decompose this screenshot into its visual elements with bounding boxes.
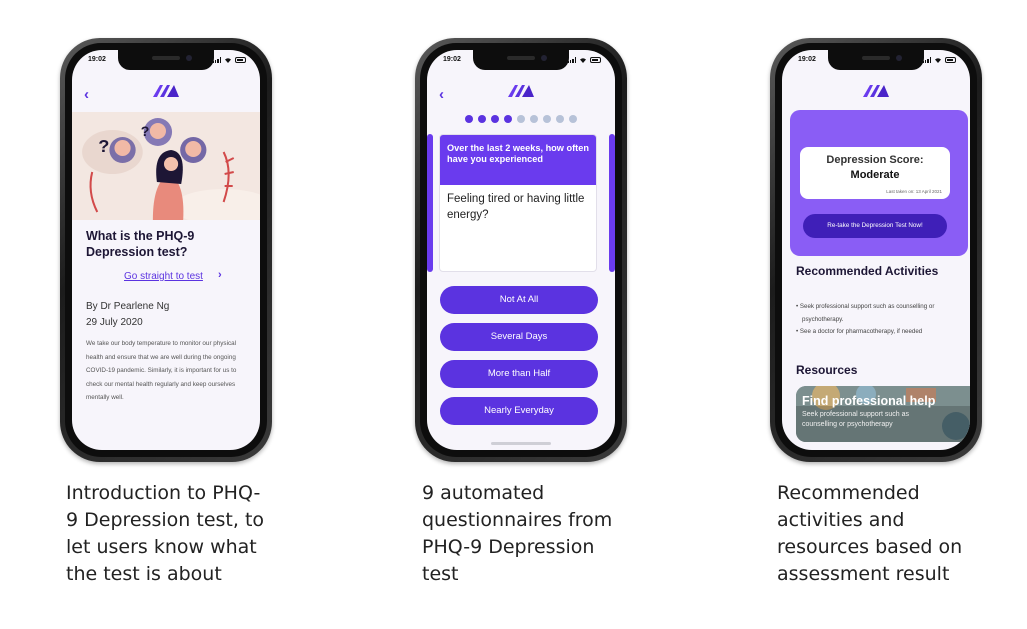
progress-dots	[427, 115, 615, 123]
status-bar: 19:02	[427, 56, 615, 68]
go-to-test-link[interactable]: Go straight to test	[124, 271, 203, 282]
status-bar: 19:02	[72, 56, 260, 68]
status-time: 19:02	[88, 56, 106, 63]
article-author: By Dr Pearlene Ng	[86, 301, 170, 312]
article-body: We take our body temperature to monitor …	[86, 340, 237, 402]
questionnaire-screen: 19:02 ‹ Over the last 2 weeks, how often…	[427, 50, 615, 450]
phone-mockup-intro: 19:02 ‹ ? ? What is the PHQ-9 Depression…	[60, 38, 272, 462]
wifi-icon	[935, 58, 941, 63]
results-screen: 19:02 Depression Score: Moderate Last ta…	[782, 50, 970, 450]
article-title: What is the PHQ-9 Depression test?	[86, 229, 195, 259]
question-text: Feeling tired or having little energy?	[447, 193, 585, 221]
score-value: Moderate	[850, 169, 900, 181]
caption-questionnaire: 9 automated questionnaires from PHQ-9 De…	[422, 482, 613, 585]
battery-icon	[590, 57, 601, 63]
phone-mockup-results: 19:02 Depression Score: Moderate Last ta…	[770, 38, 982, 462]
caption-intro: Introduction to PHQ-9 Depression test, t…	[66, 482, 265, 585]
svg-text:?: ?	[141, 123, 150, 139]
caption-results: Recommended activities and resources bas…	[777, 482, 963, 585]
hero-illustration: ? ?	[72, 112, 260, 220]
progress-dot	[530, 115, 538, 123]
progress-dot	[556, 115, 564, 123]
home-indicator	[491, 442, 551, 445]
progress-dot	[491, 115, 499, 123]
status-bar: 19:02	[782, 56, 970, 68]
showcase: 19:02 ‹ ? ? What is the PHQ-9 Depression…	[0, 0, 1027, 629]
prev-card-edge	[427, 134, 433, 272]
resource-banner-title: Find professional help	[802, 394, 936, 408]
signal-icon	[567, 57, 576, 63]
question-card: Over the last 2 weeks, how often have yo…	[439, 134, 597, 272]
app-logo-icon	[153, 85, 179, 97]
score-panel: Depression Score: Moderate Last taken on…	[790, 110, 968, 256]
score-label: Depression Score:	[826, 154, 924, 166]
article-meta: By Dr Pearlene Ng 29 July 2020	[86, 299, 169, 331]
battery-icon	[235, 57, 246, 63]
progress-dot	[478, 115, 486, 123]
app-logo-icon	[863, 85, 889, 97]
app-logo-icon	[508, 85, 534, 97]
resources-heading: Resources	[796, 363, 858, 377]
back-chevron-icon[interactable]: ‹	[84, 87, 89, 102]
question-header: Over the last 2 weeks, how often have yo…	[440, 135, 596, 185]
answer-nearly-everyday-button[interactable]: Nearly Everyday	[440, 397, 598, 425]
last-taken-date: Last taken on: 13 April 2021	[886, 189, 942, 194]
retake-test-button[interactable]: Re-take the Depression Test Now!	[803, 214, 947, 238]
wifi-icon	[580, 58, 586, 63]
intro-screen: 19:02 ‹ ? ? What is the PHQ-9 Depression…	[72, 50, 260, 450]
activities-list: • Seek professional support such as coun…	[794, 301, 964, 339]
phone-mockup-questionnaire: 19:02 ‹ Over the last 2 weeks, how often…	[415, 38, 627, 462]
next-card-edge	[609, 134, 615, 272]
answer-not-at-all-button[interactable]: Not At All	[440, 286, 598, 314]
status-time: 19:02	[798, 56, 816, 63]
list-item: • Seek professional support such as coun…	[796, 303, 935, 323]
progress-dot	[504, 115, 512, 123]
progress-dot	[517, 115, 525, 123]
article-date: 29 July 2020	[86, 317, 143, 328]
list-item: • See a doctor for pharmacotherapy, if n…	[796, 328, 923, 335]
progress-dot	[569, 115, 577, 123]
status-time: 19:02	[443, 56, 461, 63]
signal-icon	[212, 57, 221, 63]
answer-more-than-half-button[interactable]: More than Half	[440, 360, 598, 388]
resource-banner-subtitle: Seek professional support such as counse…	[802, 411, 910, 428]
svg-text:?: ?	[98, 136, 109, 156]
wifi-icon	[225, 58, 231, 63]
chevron-right-icon[interactable]: ›	[218, 269, 222, 281]
battery-icon	[945, 57, 956, 63]
progress-dot	[543, 115, 551, 123]
progress-dot	[465, 115, 473, 123]
activities-heading: Recommended Activities	[796, 264, 939, 278]
score-card: Depression Score: Moderate Last taken on…	[800, 147, 950, 199]
signal-icon	[922, 57, 931, 63]
resource-banner-professional-help[interactable]: Find professional help Seek professional…	[796, 386, 970, 442]
back-chevron-icon[interactable]: ‹	[439, 87, 444, 102]
answer-several-days-button[interactable]: Several Days	[440, 323, 598, 351]
